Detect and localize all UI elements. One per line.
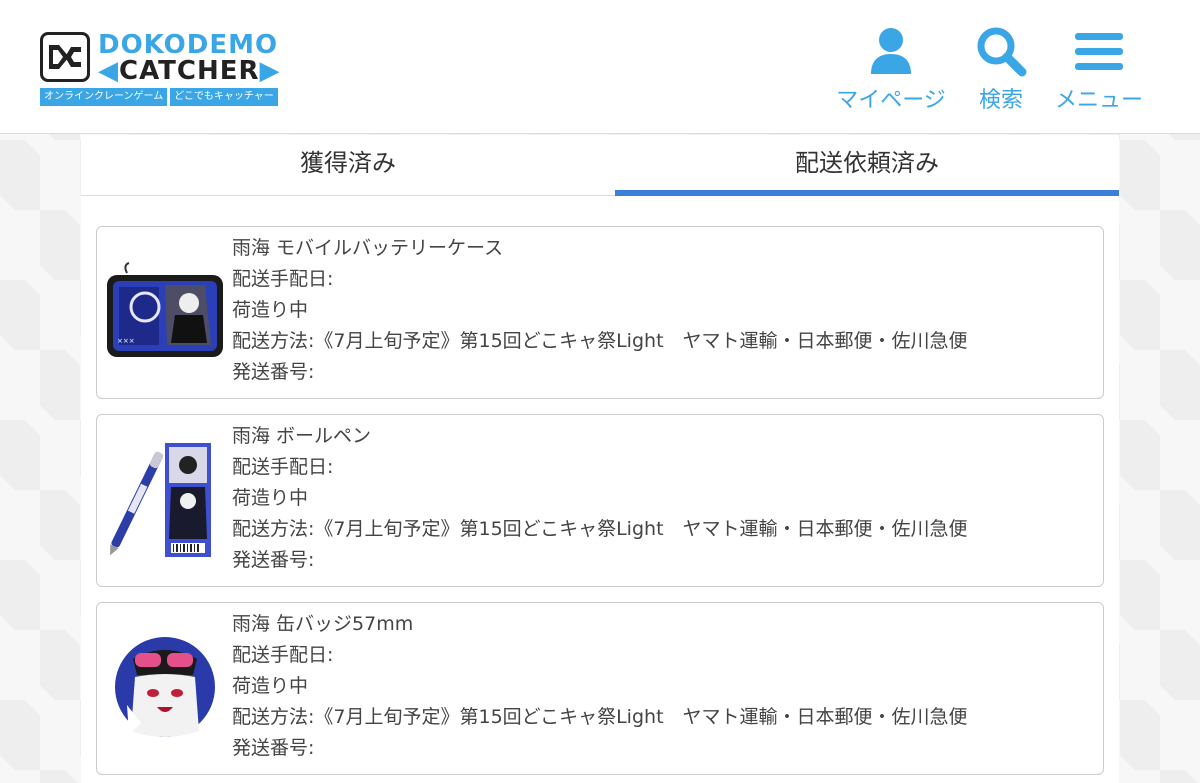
nav-menu-button[interactable]: メニュー: [1050, 24, 1148, 114]
logo-title-line2: ◀CATCHER▶: [98, 56, 281, 86]
nav-search-label: 検索: [978, 88, 1023, 113]
list-item[interactable]: 雨海 ボールペン 配送手配日: 荷造り中 配送方法:《7月上旬予定》第15回どこ…: [96, 414, 1104, 587]
logo-tagline-left: オンラインクレーンゲーム: [40, 88, 168, 106]
item-arrange-date: 配送手配日:: [232, 268, 334, 290]
item-arrange-date: 配送手配日:: [232, 456, 334, 478]
hamburger-menu-icon: [1050, 24, 1148, 78]
nav-menu-label: メニュー: [1054, 88, 1143, 113]
item-name: 雨海 モバイルバッテリーケース: [232, 237, 504, 259]
logo-tagline-right: どこでもキャッチャー: [170, 88, 278, 106]
logo-title-line2-text: CATCHER: [119, 56, 260, 86]
nav-search-button[interactable]: 検索: [966, 24, 1036, 114]
item-arrange-date: 配送手配日:: [232, 644, 334, 666]
item-name: 雨海 ボールペン: [232, 425, 372, 447]
item-tracking-number: 発送番号:: [232, 737, 315, 759]
item-name: 雨海 缶バッジ57mm: [232, 613, 414, 635]
item-tracking-number: 発送番号:: [232, 549, 315, 571]
logo-mark-icon: [40, 32, 90, 82]
can-badge-thumbnail: [105, 631, 225, 751]
item-tracking-number: 発送番号:: [232, 361, 315, 383]
active-tab-indicator: [615, 190, 1119, 196]
main-panel: 獲得済み 配送依頼済み ××× 雨海 モバイルバッテリーケース 配送手配日: 荷…: [81, 135, 1119, 783]
list-item[interactable]: ××× 雨海 モバイルバッテリーケース 配送手配日: 荷造り中 配送方法:《7月…: [96, 226, 1104, 399]
logo-tagline: オンラインクレーンゲーム どこでもキャッチャー: [40, 88, 281, 106]
tab-acquired[interactable]: 獲得済み: [81, 135, 615, 196]
tab-shipping-requested[interactable]: 配送依頼済み: [615, 135, 1119, 196]
item-shipping-method: 配送方法:《7月上旬予定》第15回どこキャ祭Light ヤマト運輸・日本郵便・佐…: [232, 706, 968, 728]
item-shipping-method: 配送方法:《7月上旬予定》第15回どこキャ祭Light ヤマト運輸・日本郵便・佐…: [232, 330, 968, 352]
site-logo[interactable]: DOKODEMO ◀CATCHER▶ オンラインクレーンゲーム どこでもキャッチ…: [40, 30, 310, 108]
item-status: 荷造り中: [232, 675, 309, 697]
battery-case-thumbnail: ×××: [105, 255, 225, 375]
item-status: 荷造り中: [232, 487, 309, 509]
person-icon: [832, 24, 950, 78]
site-header: DOKODEMO ◀CATCHER▶ オンラインクレーンゲーム どこでもキャッチ…: [0, 0, 1200, 134]
item-shipping-method: 配送方法:《7月上旬予定》第15回どこキャ祭Light ヤマト運輸・日本郵便・佐…: [232, 518, 968, 540]
nav-mypage-button[interactable]: マイページ: [832, 24, 950, 114]
nav-mypage-label: マイページ: [836, 88, 946, 113]
list-item[interactable]: 雨海 缶バッジ57mm 配送手配日: 荷造り中 配送方法:《7月上旬予定》第15…: [96, 602, 1104, 775]
item-details: 雨海 モバイルバッテリーケース 配送手配日: 荷造り中 配送方法:《7月上旬予定…: [232, 233, 968, 388]
svg-text:×××: ×××: [117, 337, 135, 345]
search-icon: [966, 24, 1036, 78]
item-details: 雨海 缶バッジ57mm 配送手配日: 荷造り中 配送方法:《7月上旬予定》第15…: [232, 609, 968, 764]
tab-bar: 獲得済み 配送依頼済み: [81, 135, 1119, 196]
item-details: 雨海 ボールペン 配送手配日: 荷造り中 配送方法:《7月上旬予定》第15回どこ…: [232, 421, 968, 576]
item-status: 荷造り中: [232, 299, 309, 321]
ballpoint-pen-thumbnail: [105, 443, 225, 563]
